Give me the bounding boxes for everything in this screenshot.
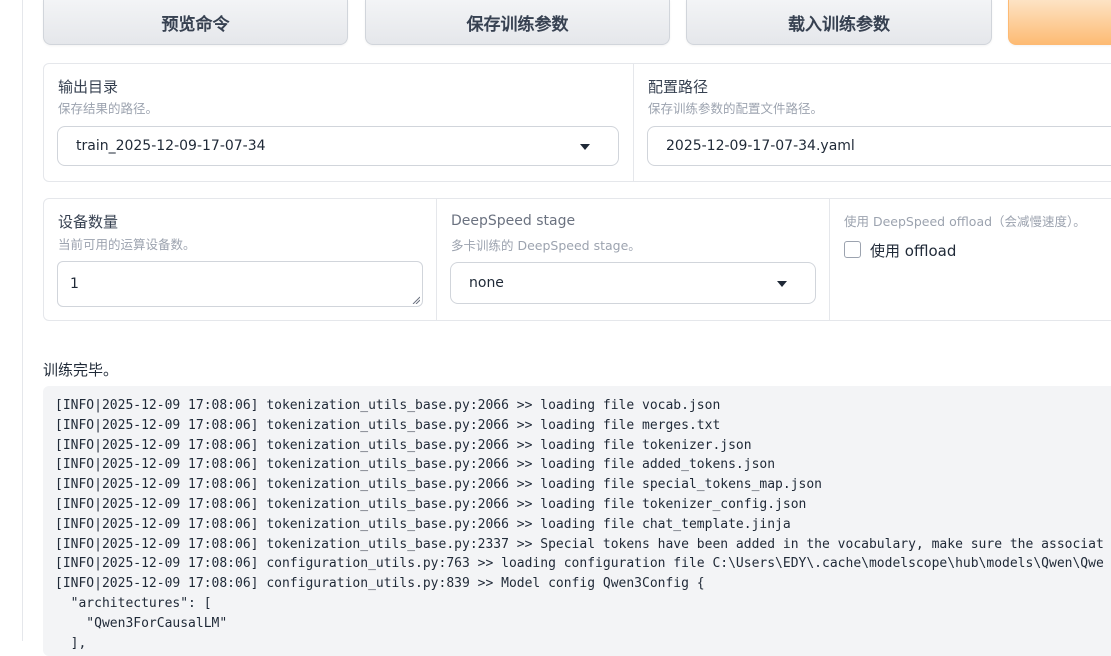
output-dir-value: train_2025-12-09-17-07-34	[76, 138, 266, 154]
device-count-block: 设备数量 当前可用的运算设备数。 1	[44, 199, 437, 320]
output-dir-label: 输出目录	[58, 78, 119, 96]
deepspeed-stage-dropdown[interactable]: none	[450, 262, 816, 304]
chevron-down-icon	[580, 144, 590, 150]
offload-checkbox[interactable]	[844, 241, 861, 258]
output-config-panel: 输出目录 保存结果的路径。 train_2025-12-09-17-07-34 …	[43, 63, 1111, 182]
left-sidebar-edge	[0, 0, 23, 641]
output-dir-block: 输出目录 保存结果的路径。 train_2025-12-09-17-07-34	[44, 64, 634, 181]
device-count-value: 1	[70, 276, 79, 292]
deepspeed-offload-block: 使用 DeepSpeed offload（会减慢速度）。 使用 offload	[830, 199, 1111, 320]
save-args-button[interactable]: 保存训练参数	[365, 0, 670, 45]
device-deepspeed-panel: 设备数量 当前可用的运算设备数。 1 DeepSpeed stage 多卡训练的…	[43, 198, 1111, 321]
load-args-button[interactable]: 载入训练参数	[686, 0, 992, 45]
config-path-label: 配置路径	[648, 78, 709, 96]
deepspeed-stage-label: DeepSpeed stage	[451, 213, 576, 229]
config-path-info: 保存训练参数的配置文件路径。	[648, 101, 824, 116]
deepspeed-stage-value: none	[469, 275, 504, 291]
preview-command-button[interactable]: 预览命令	[43, 0, 348, 45]
config-path-value: 2025-12-09-17-07-34.yaml	[666, 138, 855, 154]
output-dir-info: 保存结果的路径。	[58, 101, 159, 116]
deepspeed-stage-info: 多卡训练的 DeepSpeed stage。	[451, 238, 641, 253]
device-count-label: 设备数量	[58, 213, 119, 231]
start-button[interactable]	[1008, 0, 1111, 45]
deepspeed-offload-label: 使用 DeepSpeed offload（会减慢速度）。	[844, 214, 1086, 229]
resize-handle-icon[interactable]	[412, 296, 420, 304]
deepspeed-stage-block: DeepSpeed stage 多卡训练的 DeepSpeed stage。 n…	[437, 199, 830, 320]
config-path-input[interactable]: 2025-12-09-17-07-34.yaml	[647, 126, 1111, 166]
offload-checkbox-label[interactable]: 使用 offload	[870, 240, 956, 261]
device-count-info: 当前可用的运算设备数。	[58, 237, 196, 252]
training-log-output[interactable]: [INFO|2025-12-09 17:08:06] tokenization_…	[43, 386, 1111, 656]
log-text: [INFO|2025-12-09 17:08:06] tokenization_…	[55, 398, 1104, 651]
config-path-block: 配置路径 保存训练参数的配置文件路径。 2025-12-09-17-07-34.…	[634, 64, 1111, 181]
chevron-down-icon	[777, 281, 787, 287]
device-count-input[interactable]: 1	[57, 261, 423, 307]
output-dir-dropdown[interactable]: train_2025-12-09-17-07-34	[57, 126, 619, 166]
training-status-text: 训练完毕。	[43, 361, 119, 379]
